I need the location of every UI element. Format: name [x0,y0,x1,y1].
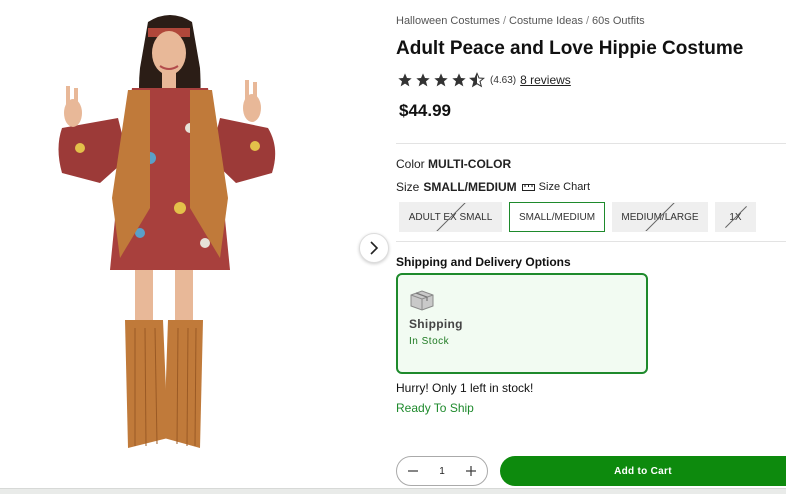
shipping-heading: Shipping and Delivery Options [396,255,571,269]
ruler-icon [521,183,535,191]
color-label: Color [396,157,425,171]
size-chart-label: Size Chart [538,181,591,193]
star-full-icon [398,73,412,87]
shipping-option-label: Shipping [409,317,463,331]
add-to-cart-button[interactable]: Add to Cart [500,456,786,486]
breadcrumb-separator: / [502,15,506,27]
size-chart-link[interactable]: Size Chart [521,181,591,193]
size-option-small-medium[interactable]: SMALL/MEDIUM [509,202,605,232]
plus-icon [466,466,476,476]
size-option-adult-ex-small[interactable]: ADULT EX SMALL [399,202,502,232]
size-option-label: SMALL/MEDIUM [518,211,596,223]
package-box-icon [410,290,434,311]
star-full-icon [434,73,448,87]
breadcrumb-halloween-costumes[interactable]: Halloween Costumes [396,15,500,27]
shipping-option-card[interactable]: Shipping In Stock [396,273,648,374]
product-rating: (4.63) 8 reviews [397,71,571,89]
ready-to-ship-message: Ready To Ship [396,401,474,415]
shipping-stock-status: In Stock [409,336,450,347]
reviews-link[interactable]: 8 reviews [520,73,571,87]
size-option-medium-large[interactable]: MEDIUM/LARGE [612,202,708,232]
star-full-icon [416,73,430,87]
divider [396,241,786,242]
size-selection: Size SMALL/MEDIUM Size Chart [396,180,590,194]
product-price: $44.99 [399,101,451,120]
low-stock-message: Hurry! Only 1 left in stock! [396,381,534,395]
breadcrumb-costume-ideas[interactable]: Costume Ideas [509,15,583,27]
decrease-quantity-button[interactable] [406,464,420,478]
star-full-icon [452,73,466,87]
size-options: ADULT EX SMALL SMALL/MEDIUM MEDIUM/LARGE… [399,202,756,232]
chevron-right-icon [370,241,379,255]
divider [396,143,786,144]
breadcrumb-separator: / [585,15,590,27]
breadcrumb: Halloween Costumes / Costume Ideas/60s Out… [396,15,645,27]
next-image-button[interactable] [359,233,389,263]
unavailable-strike [724,206,747,228]
page-bottom-edge [0,488,786,494]
star-half-icon [469,72,485,88]
breadcrumb-60s-outfits[interactable]: 60s Outfits [592,15,645,27]
size-option-1x[interactable]: 1X [715,202,756,232]
quantity-value[interactable]: 1 [439,466,445,477]
quantity-stepper: 1 [396,456,488,486]
minus-icon [408,470,418,472]
size-label: Size [396,180,420,194]
color-value: MULTI-COLOR [428,157,512,171]
rating-stars [397,72,485,88]
product-title: Adult Peace and Love Hippie Costume [396,38,744,59]
color-selection: Color MULTI-COLOR [396,157,511,171]
product-image-area [0,0,392,488]
product-photo[interactable] [40,8,290,453]
rating-value: (4.63) [490,74,517,86]
increase-quantity-button[interactable] [464,464,478,478]
size-value: SMALL/MEDIUM [423,180,517,194]
